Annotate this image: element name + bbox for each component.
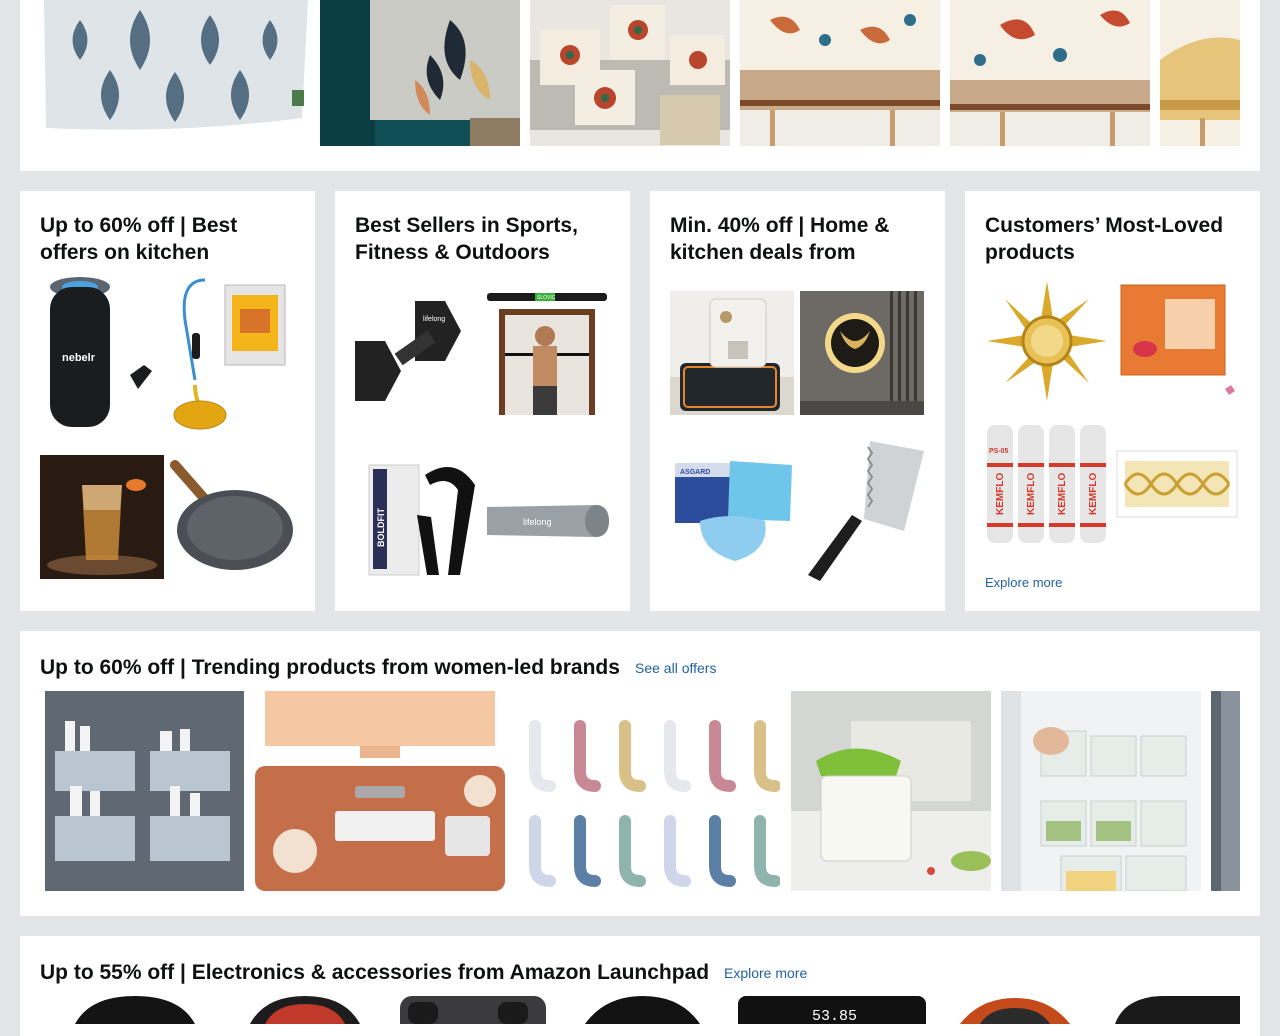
bar-brand-text: SLOVIC — [537, 295, 556, 301]
women-led-brands-row: Up to 60% off | Trending products from w… — [20, 631, 1260, 916]
carousel-item-tablecloth-3[interactable] — [1160, 0, 1240, 146]
adhesive-rolls-image[interactable]: PS-05 KEMFLO KEMFLO KEMFLO KEMFLO — [985, 423, 1109, 547]
fitness-brand-text: BOLDFIT — [376, 508, 386, 547]
wall-lamp-image[interactable] — [800, 291, 924, 415]
carousel-item-cushion-blue[interactable] — [40, 0, 310, 146]
carousel-item-orange-watch[interactable] — [955, 996, 1075, 1024]
carousel-item-phone[interactable] — [398, 996, 548, 1024]
home-kitchen-deals-card[interactable]: Min. 40% off | Home & kitchen deals from… — [650, 191, 945, 611]
mat-brand-text: lifelong — [523, 517, 552, 527]
carousel-item-cushion-leaf[interactable] — [320, 0, 520, 146]
sports-bestsellers-card[interactable]: Best Sellers in Sports, Fitness & Outdoo… — [335, 191, 630, 611]
face-mask-image[interactable]: ASGARD — [670, 441, 794, 565]
most-loved-card[interactable]: Customers’ Most-Loved products PS-05 KEM… — [965, 191, 1260, 611]
top-carousel-card — [20, 0, 1260, 171]
yoga-mat-image[interactable]: lifelong — [485, 455, 609, 579]
carousel-item-smartwatch-3[interactable] — [575, 996, 710, 1024]
roll-brand-text: KEMFLO — [1057, 473, 1068, 515]
pullup-bar-image[interactable]: SLOVIC — [485, 291, 609, 415]
launchpad-row: Up to 55% off | Electronics & accessorie… — [20, 936, 1260, 1036]
carousel-item-bathroom-shelf[interactable] — [45, 691, 244, 891]
roll-code-text: PS-05 — [989, 448, 1009, 455]
gift-box-image[interactable] — [1115, 279, 1239, 403]
card-title[interactable]: Best Sellers in Sports, Fitness & Outdoo… — [355, 212, 605, 266]
coffee-machine-image[interactable] — [670, 291, 794, 415]
carousel-item-tablecloth-2[interactable] — [950, 0, 1150, 146]
frying-pan-image[interactable] — [170, 455, 294, 579]
card-title[interactable]: Min. 40% off | Home & kitchen deals from — [670, 212, 920, 266]
carousel-item-fridge-containers[interactable] — [1001, 691, 1201, 891]
purifier-brand-text: nebelr — [62, 352, 96, 364]
carousel-item-desk-mat[interactable] — [255, 691, 505, 891]
dumbbells-image[interactable]: lifelong — [355, 291, 479, 415]
carousel-item-smart-scale[interactable]: 53.85 — [738, 996, 926, 1024]
oil-tin-image[interactable] — [170, 275, 294, 433]
sun-mirror-image[interactable] — [985, 279, 1109, 403]
carousel-item-device-next[interactable] — [1115, 996, 1240, 1024]
carousel-item-smartwatch-1[interactable] — [60, 996, 210, 1024]
carousel-item-smartwatch-2[interactable] — [245, 996, 365, 1024]
hand-gripper-image[interactable]: BOLDFIT — [355, 455, 479, 579]
row-title[interactable]: Up to 60% off | Trending products from w… — [40, 656, 620, 680]
scale-reading-text: 53.85 — [812, 1008, 857, 1024]
air-purifier-image[interactable]: nebelr — [40, 275, 164, 433]
explore-more-link[interactable]: Explore more — [985, 575, 1062, 590]
roll-brand-text: KEMFLO — [1026, 473, 1037, 515]
carousel-item-microgreens[interactable] — [791, 691, 991, 891]
roll-brand-text: KEMFLO — [1088, 473, 1099, 515]
carousel-item-next[interactable] — [1211, 691, 1240, 891]
dumbbell-brand-text: lifelong — [423, 316, 445, 323]
carousel-item-wall-hooks[interactable] — [520, 691, 780, 891]
card-title[interactable]: Up to 60% off | Best offers on kitchen — [40, 212, 290, 266]
mask-brand-text: ASGARD — [680, 469, 710, 476]
explore-more-link[interactable]: Explore more — [724, 965, 807, 981]
see-all-offers-link[interactable]: See all offers — [635, 660, 716, 676]
kitchen-offers-card[interactable]: Up to 60% off | Best offers on kitchen n… — [20, 191, 315, 611]
whisky-glass-image[interactable] — [40, 455, 164, 579]
card-title[interactable]: Customers’ Most-Loved products — [985, 212, 1235, 266]
crinkle-cutter-image[interactable] — [800, 441, 924, 591]
carousel-item-cushion-set[interactable] — [530, 0, 730, 146]
carousel-item-tablecloth-1[interactable] — [740, 0, 940, 146]
border-sticker-image[interactable] — [1115, 423, 1239, 547]
roll-brand-text: KEMFLO — [995, 473, 1006, 515]
row-title[interactable]: Up to 55% off | Electronics & accessorie… — [40, 961, 709, 985]
